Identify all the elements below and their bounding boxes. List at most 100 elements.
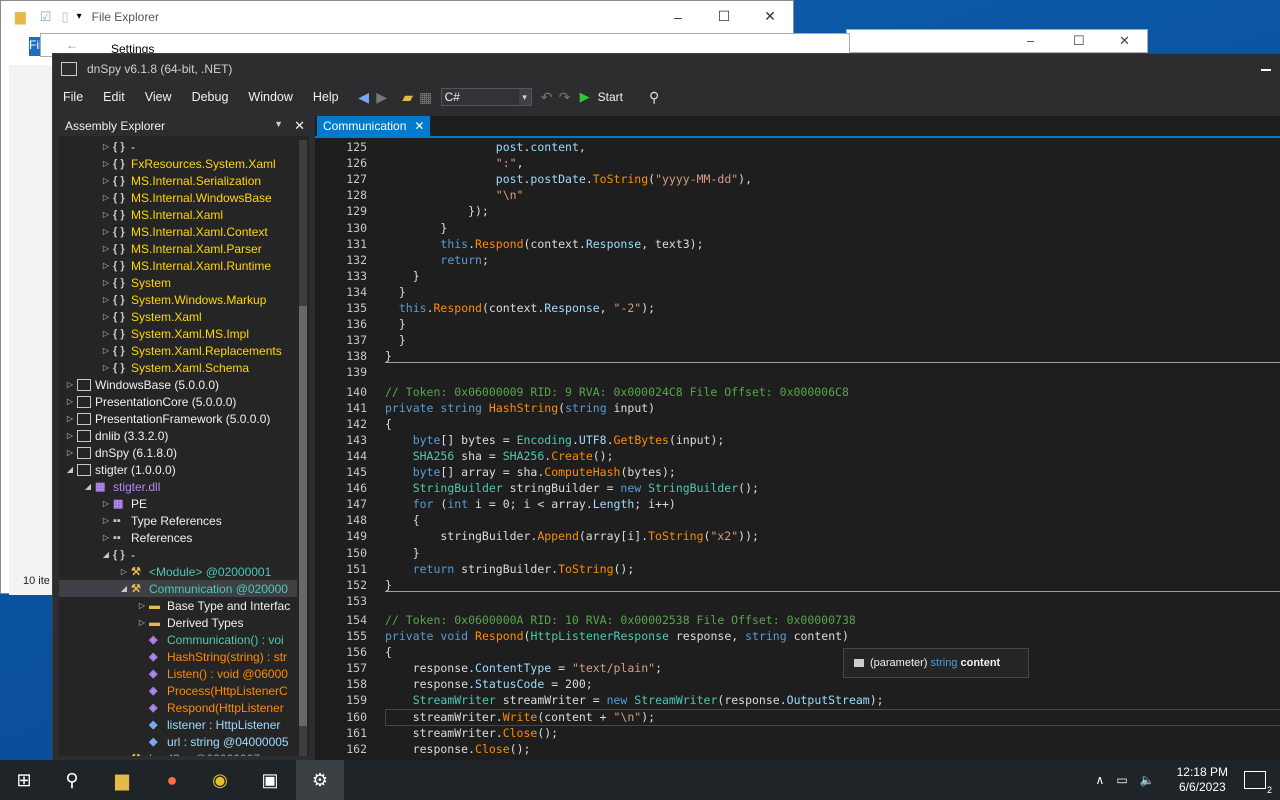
tree-node[interactable]: ◢ ▦ stigter.dll [59, 478, 297, 495]
volume-icon[interactable]: 🔈 [1140, 773, 1155, 787]
expand-toggle-icon[interactable]: ▷ [101, 261, 111, 270]
tree-node[interactable]: ◈ Respond(HttpListener [59, 699, 297, 716]
tree-node[interactable]: ▷{ } MS.Internal.Xaml.Runtime [59, 257, 297, 274]
tree-node[interactable]: ▷ ▪▪ References [59, 529, 297, 546]
menu-file[interactable]: File [53, 90, 93, 104]
tree-node[interactable]: ▷{ } - [59, 138, 297, 155]
tree-node[interactable]: ▷ ▦ PE [59, 495, 297, 512]
notification-icon[interactable]: 2 [1244, 771, 1272, 795]
menu-view[interactable]: View [135, 90, 182, 104]
page-icon[interactable]: ▯ [61, 9, 68, 25]
tree-node[interactable]: ◢ stigter (1.0.0.0) [59, 461, 297, 478]
tab-communication[interactable]: Communication ✕ [317, 116, 431, 136]
tree-node[interactable]: ◈ HashString(string) : str [59, 648, 297, 665]
tree-node[interactable]: ▷{ } System.Xaml [59, 308, 297, 325]
chevron-up-icon[interactable]: ∧ [1096, 773, 1105, 787]
minimize-button[interactable]: – [655, 1, 701, 32]
back-icon[interactable]: ◀ [355, 88, 373, 106]
redo-icon[interactable]: ↷ [556, 88, 574, 106]
close-tab-icon[interactable]: ✕ [414, 119, 424, 133]
tree-node[interactable]: ▷{ } MS.Internal.Xaml [59, 206, 297, 223]
tree-node[interactable]: ▷{ } MS.Internal.WindowsBase [59, 189, 297, 206]
menu-debug[interactable]: Debug [182, 90, 239, 104]
close-icon[interactable]: ✕ [294, 118, 305, 134]
tree-node[interactable]: ◆ listener : HttpListener [59, 716, 297, 733]
expand-toggle-icon[interactable]: ▷ [101, 278, 111, 287]
minimize-button[interactable] [1261, 69, 1271, 71]
expand-toggle-icon[interactable]: ▷ [101, 312, 111, 321]
expand-toggle-icon[interactable]: ▷ [101, 159, 111, 168]
tree-node[interactable]: ▷ ⚒ <Module> @02000001 [59, 563, 297, 580]
windows-start-icon[interactable]: ⊞ [0, 760, 48, 800]
back-arrow-icon[interactable]: ← [66, 38, 78, 52]
file-explorer-icon[interactable]: ▆ [98, 760, 146, 800]
checkbox-icon[interactable]: ☑ [40, 9, 52, 25]
expand-toggle-icon[interactable]: ▷ [119, 567, 129, 576]
tree-node[interactable]: ▷ WindowsBase (5.0.0.0) [59, 376, 297, 393]
expand-toggle-icon[interactable]: ▷ [65, 380, 75, 389]
expand-toggle-icon[interactable]: ▷ [101, 499, 111, 508]
open-list-icon[interactable]: ▦ [417, 88, 435, 106]
expand-toggle-icon[interactable]: ▷ [101, 227, 111, 236]
tree-node[interactable]: ◢{ } - [59, 546, 297, 563]
expand-toggle-icon[interactable]: ▷ [101, 295, 111, 304]
tree-node[interactable]: ◢ ⚒ Communication @020000 [59, 580, 297, 597]
expand-toggle-icon[interactable]: ▷ [137, 618, 147, 627]
expand-toggle-icon[interactable]: ▷ [101, 346, 111, 355]
expand-toggle-icon[interactable]: ▷ [65, 448, 75, 457]
expand-toggle-icon[interactable]: ◢ [119, 584, 129, 593]
tree-node[interactable]: ◈ Process(HttpListenerC [59, 682, 297, 699]
tree-node[interactable]: ◈ Communication() : voi [59, 631, 297, 648]
undo-icon[interactable]: ↶ [538, 88, 556, 106]
tree-node[interactable]: ▷ ▬ Base Type and Interfac [59, 597, 297, 614]
tree-node[interactable]: ▷⚒LeafSur @02000007 [59, 750, 297, 757]
search-icon[interactable]: ⚲ [48, 760, 96, 800]
tree-node[interactable]: ▷{ } MS.Internal.Xaml.Parser [59, 240, 297, 257]
tree-node[interactable]: ▷ PresentationFramework (5.0.0.0) [59, 410, 297, 427]
language-select[interactable]: C# ▼ [440, 88, 532, 106]
expand-toggle-icon[interactable]: ▷ [65, 397, 75, 406]
expand-toggle-icon[interactable]: ◢ [101, 550, 111, 559]
expand-toggle-icon[interactable]: ▷ [101, 329, 111, 338]
expand-toggle-icon[interactable]: ◢ [83, 482, 93, 491]
tree-node[interactable]: ▷{ } System.Windows.Markup [59, 291, 297, 308]
forward-icon[interactable]: ▶ [373, 88, 391, 106]
tree-node[interactable]: ▷{ } MS.Internal.Xaml.Context [59, 223, 297, 240]
tree-node[interactable]: ◆ url : string @04000005 [59, 733, 297, 750]
tree-node[interactable]: ▷ PresentationCore (5.0.0.0) [59, 393, 297, 410]
panel-menu-icon[interactable]: ▼ [274, 119, 283, 129]
minimize-button[interactable]: – [1027, 33, 1034, 48]
menu-help[interactable]: Help [303, 90, 349, 104]
tree-node[interactable]: ▷{ } System.Xaml.MS.Impl [59, 325, 297, 342]
tree-node[interactable]: ▷{ } FxResources.System.Xaml [59, 155, 297, 172]
settings-gear-icon[interactable]: ⚙ [296, 760, 344, 800]
expand-toggle-icon[interactable]: ◢ [65, 465, 75, 474]
tree-node[interactable]: ▷{ } System [59, 274, 297, 291]
close-button[interactable]: ✕ [747, 1, 793, 32]
expand-toggle-icon[interactable]: ▷ [101, 244, 111, 253]
tree-node[interactable]: ◈ Listen() : void @06000 [59, 665, 297, 682]
expand-toggle-icon[interactable]: ▷ [101, 176, 111, 185]
tree-node[interactable]: ▷{ } System.Xaml.Replacements [59, 342, 297, 359]
expand-toggle-icon[interactable]: ▷ [101, 193, 111, 202]
close-button[interactable]: ✕ [1119, 33, 1130, 49]
expand-toggle-icon[interactable]: ▷ [137, 601, 147, 610]
tree-node[interactable]: ▷{ } System.Xaml.Schema [59, 359, 297, 376]
scrollbar-thumb[interactable] [299, 306, 307, 726]
chevron-down-icon[interactable]: ▼ [518, 89, 531, 105]
code-view[interactable]: 125 post.content, 126 ":", 127 post.postDa… [315, 138, 1280, 760]
expand-toggle-icon[interactable]: ▷ [101, 363, 111, 372]
firefox-icon[interactable]: ● [148, 760, 196, 800]
open-folder-icon[interactable]: ▰ [399, 88, 417, 106]
network-icon[interactable]: ▭ [1116, 773, 1127, 787]
chrome-icon[interactable]: ◉ [196, 760, 244, 800]
expand-toggle-icon[interactable]: ▷ [101, 142, 111, 151]
expand-toggle-icon[interactable]: ▷ [65, 431, 75, 440]
tree-node[interactable]: ▷ dnlib (3.3.2.0) [59, 427, 297, 444]
dropdown-icon[interactable]: ▾ [77, 11, 82, 22]
expand-toggle-icon[interactable]: ▷ [65, 414, 75, 423]
expand-toggle-icon[interactable]: ▷ [101, 533, 111, 542]
menu-edit[interactable]: Edit [93, 90, 135, 104]
maximize-button[interactable]: ☐ [701, 1, 747, 32]
dnspy-taskbar-icon[interactable]: ▣ [246, 760, 294, 800]
